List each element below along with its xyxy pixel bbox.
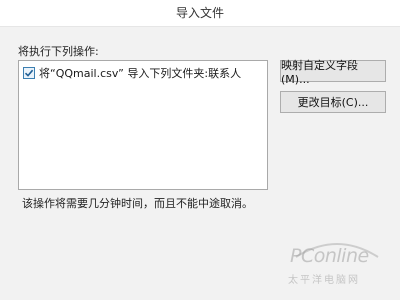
import-file-dialog: 将执行下列操作: 将“QQmail.csv” 导入下列文件夹:联系人 映射自定义…	[0, 27, 400, 300]
watermark-subtext: 太平洋电脑网	[288, 275, 360, 286]
list-item-label: 将“QQmail.csv” 导入下列文件夹:联系人	[39, 67, 242, 80]
list-item[interactable]: 将“QQmail.csv” 导入下列文件夹:联系人	[23, 65, 241, 81]
action-list[interactable]: 将“QQmail.csv” 导入下列文件夹:联系人	[18, 60, 268, 190]
checkmark-icon	[24, 69, 34, 77]
duration-note: 该操作将需要几分钟时间，而且不能中途取消。	[22, 197, 253, 210]
title-bar: 导入文件	[0, 0, 400, 27]
import-checkbox[interactable]	[23, 67, 35, 79]
map-custom-fields-button[interactable]: 映射自定义字段(M)...	[280, 59, 386, 86]
section-label: 将执行下列操作:	[18, 45, 99, 58]
watermark-text: PConline	[290, 245, 369, 267]
pconline-watermark: PConline 太平洋电脑网	[282, 235, 392, 295]
change-target-button[interactable]: 更改目标(C)...	[280, 91, 386, 113]
window-title: 导入文件	[175, 6, 224, 20]
